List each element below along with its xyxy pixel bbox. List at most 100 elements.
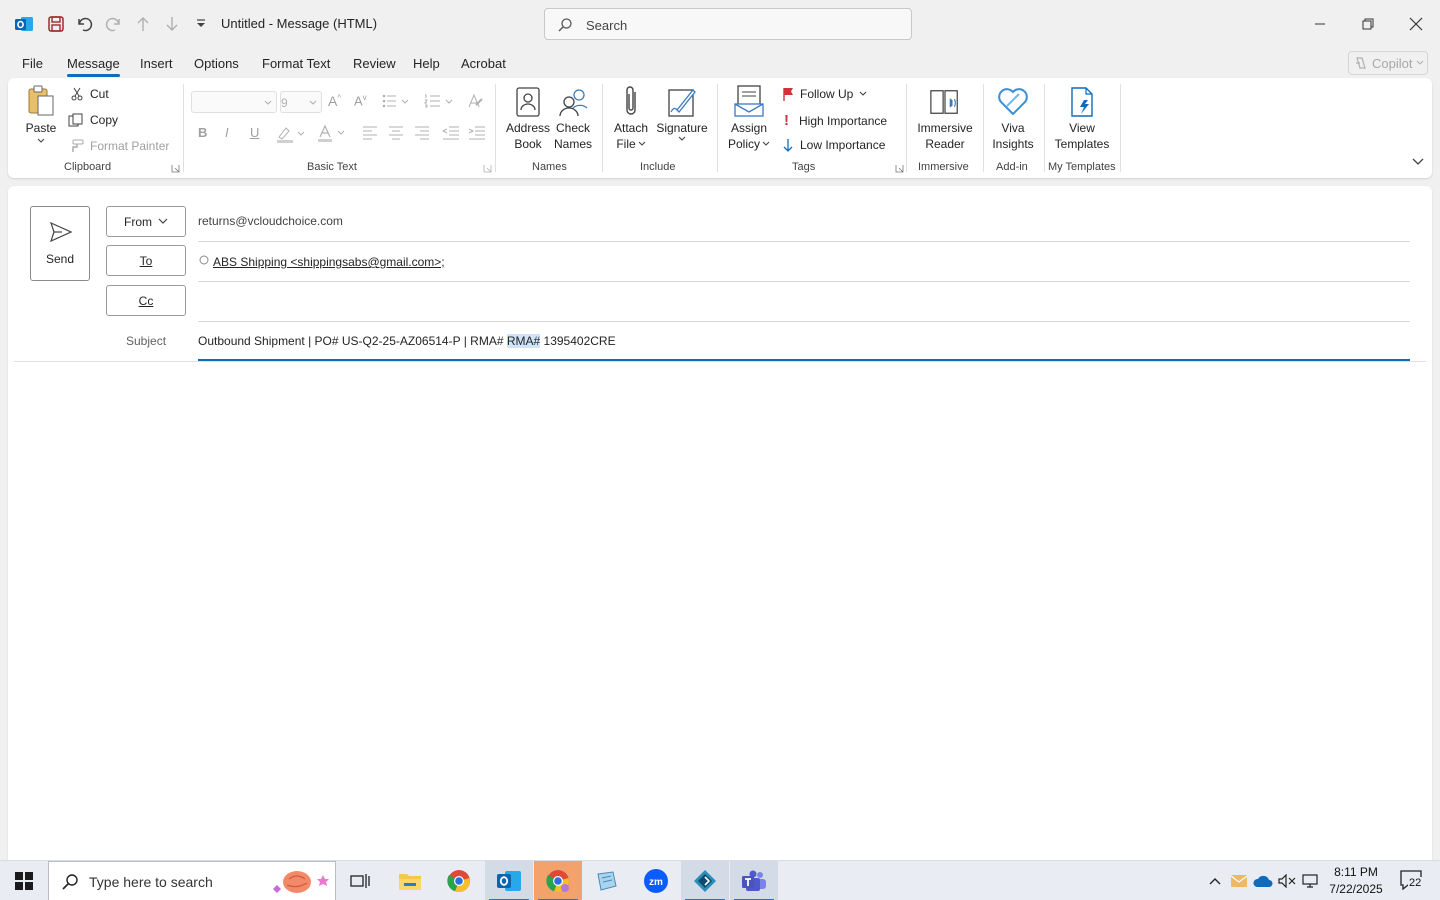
font-size-dropdown[interactable]: 9	[280, 91, 322, 113]
signature-button[interactable]: Signature	[654, 84, 710, 142]
underline-icon[interactable]: U	[250, 125, 259, 140]
format-painter-button[interactable]: Format Painter	[68, 139, 169, 153]
decrease-indent-icon[interactable]	[442, 126, 460, 140]
cc-button[interactable]: Cc	[106, 285, 186, 316]
tab-insert[interactable]: Insert	[140, 56, 173, 71]
redo-icon[interactable]	[102, 12, 126, 36]
align-right-icon[interactable]	[414, 126, 430, 140]
assign-policy-button[interactable]: Assign Policy	[724, 84, 774, 152]
outlook-app[interactable]	[485, 861, 533, 900]
bold-icon[interactable]: B	[198, 125, 207, 140]
bullets-icon[interactable]	[382, 94, 410, 108]
tab-message[interactable]: Message	[67, 56, 120, 77]
close-button[interactable]	[1393, 8, 1439, 40]
tab-review[interactable]: Review	[353, 56, 396, 71]
tab-acrobat[interactable]: Acrobat	[461, 56, 506, 71]
save-icon[interactable]	[44, 12, 68, 36]
mail-tray-icon[interactable]	[1228, 861, 1250, 900]
tab-help[interactable]: Help	[413, 56, 440, 71]
customize-toolbar-icon[interactable]	[189, 12, 213, 36]
paste-icon	[25, 84, 57, 118]
tab-file[interactable]: File	[22, 56, 43, 71]
notification-center-button[interactable]: 22	[1396, 861, 1428, 900]
low-importance-button[interactable]: Low Importance	[782, 138, 885, 152]
chevron-down-icon	[264, 100, 272, 106]
copy-button[interactable]: Copy	[68, 113, 118, 127]
check-names-label-2: Names	[553, 137, 592, 151]
task-view-button[interactable]	[336, 861, 384, 900]
attach-file-label-1: Attach	[613, 121, 649, 135]
dialog-launcher-icon[interactable]	[483, 164, 492, 173]
my-templates-group-label: My Templates	[1048, 161, 1116, 173]
undo-icon[interactable]	[72, 12, 96, 36]
dialog-launcher-icon[interactable]	[895, 164, 904, 173]
dialog-launcher-icon[interactable]	[171, 164, 180, 173]
immersive-reader-button[interactable]: Immersive Reader	[912, 84, 978, 152]
paperclip-icon	[615, 84, 647, 118]
font-name-dropdown[interactable]	[191, 91, 277, 113]
next-item-icon[interactable]	[160, 12, 184, 36]
subject-label: Subject	[126, 334, 167, 348]
from-value: returns@vcloudchoice.com	[198, 214, 343, 228]
to-button[interactable]: To	[106, 245, 186, 276]
italic-icon[interactable]: I	[225, 125, 229, 140]
onedrive-icon[interactable]	[1251, 861, 1275, 900]
increase-indent-icon[interactable]	[468, 126, 486, 140]
attach-file-button[interactable]: Attach File	[610, 84, 652, 152]
chevron-down-icon	[638, 141, 646, 147]
subject-input[interactable]: Outbound Shipment | PO# US-Q2-25-AZ06514…	[198, 334, 616, 348]
taskbar-search-placeholder: Type here to search	[89, 874, 213, 890]
highlight-color-icon[interactable]	[276, 125, 306, 143]
collapse-ribbon-icon[interactable]	[1412, 158, 1424, 166]
taskbar: Type here to search zm 8:11 PM 7/22/2025…	[0, 860, 1440, 900]
zoom-app[interactable]: zm	[632, 861, 680, 900]
to-recipient[interactable]: ABS Shipping <shippingsabs@gmail.com>;	[213, 255, 445, 269]
previous-item-icon[interactable]	[131, 12, 155, 36]
viva-insights-button[interactable]: Viva Insights	[988, 84, 1038, 152]
names-group-label: Names	[532, 161, 567, 173]
restore-button[interactable]	[1345, 8, 1391, 40]
search-input[interactable]: Search	[544, 8, 912, 40]
follow-up-button[interactable]: Follow Up	[782, 87, 867, 101]
start-button[interactable]	[0, 861, 48, 900]
shrink-font-icon[interactable]: Av	[354, 93, 367, 108]
chevron-down-icon	[654, 136, 710, 142]
high-importance-button[interactable]: ! High Importance	[784, 112, 887, 129]
chrome-app[interactable]	[435, 861, 483, 900]
file-explorer-app[interactable]	[386, 861, 434, 900]
tab-format-text[interactable]: Format Text	[262, 56, 330, 71]
document-app[interactable]	[583, 861, 631, 900]
clear-formatting-icon[interactable]	[466, 93, 484, 109]
font-color-icon[interactable]	[316, 124, 346, 142]
volume-muted-icon[interactable]	[1276, 861, 1298, 900]
cut-button[interactable]: Cut	[70, 87, 109, 101]
signature-label: Signature	[656, 121, 708, 135]
align-center-icon[interactable]	[388, 126, 404, 140]
from-button[interactable]: From	[106, 206, 186, 237]
address-book-button[interactable]: Address Book	[504, 84, 552, 152]
view-templates-button[interactable]: View Templates	[1050, 84, 1114, 152]
search-icon	[61, 873, 79, 891]
chrome-profile-app[interactable]	[534, 861, 582, 900]
network-icon[interactable]	[1300, 861, 1322, 900]
tab-options[interactable]: Options	[194, 56, 239, 71]
from-underline	[198, 241, 1410, 242]
taskbar-clock[interactable]: 8:11 PM 7/22/2025	[1326, 864, 1386, 898]
minimize-button[interactable]	[1297, 8, 1343, 40]
grow-font-icon[interactable]: A^	[328, 93, 341, 109]
address-book-label-1: Address	[505, 121, 551, 135]
pinned-app[interactable]	[681, 861, 729, 900]
to-underline	[198, 281, 1410, 282]
send-button[interactable]: Send	[30, 206, 90, 281]
check-names-button[interactable]: Check Names	[550, 84, 596, 152]
teams-app[interactable]	[730, 861, 778, 900]
message-body[interactable]	[14, 366, 1426, 856]
paste-button[interactable]: Paste	[22, 84, 60, 144]
numbering-icon[interactable]	[424, 94, 454, 108]
viva-label-2: Insights	[992, 137, 1034, 151]
show-hidden-icons-button[interactable]	[1204, 861, 1226, 900]
align-left-icon[interactable]	[362, 126, 378, 140]
taskbar-search-input[interactable]: Type here to search	[48, 861, 336, 900]
copilot-button[interactable]: Copilot	[1348, 51, 1428, 75]
assign-policy-label-2: Policy	[727, 137, 760, 151]
